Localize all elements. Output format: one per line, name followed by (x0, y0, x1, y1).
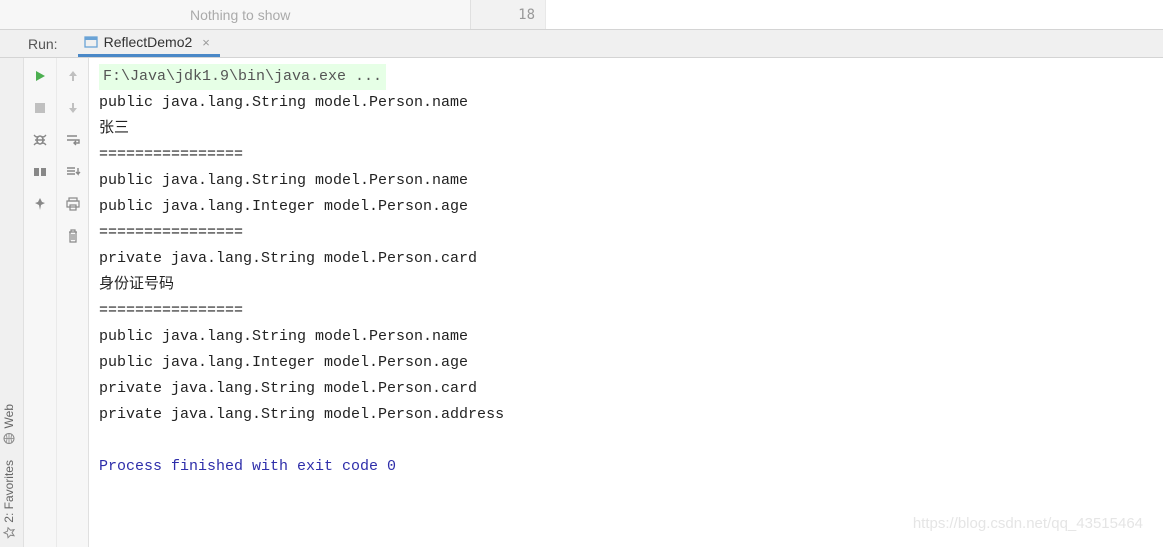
globe-icon (3, 432, 15, 444)
scroll-to-end-button[interactable] (61, 160, 85, 184)
rerun-button[interactable] (28, 64, 52, 88)
run-toolbar (24, 58, 89, 547)
output-line: public java.lang.String model.Person.nam… (99, 324, 1163, 350)
up-button[interactable] (61, 64, 85, 88)
run-tab-name: ReflectDemo2 (104, 34, 193, 50)
output-line: private java.lang.String model.Person.ca… (99, 246, 1163, 272)
editor-empty-text: Nothing to show (0, 0, 470, 29)
star-icon (3, 527, 15, 539)
output-line: public java.lang.Integer model.Person.ag… (99, 194, 1163, 220)
output-line: private java.lang.String model.Person.ad… (99, 402, 1163, 428)
down-button[interactable] (61, 96, 85, 120)
exit-line: Process finished with exit code 0 (99, 454, 1163, 480)
output-line: ================ (99, 220, 1163, 246)
pin-button[interactable] (28, 192, 52, 216)
editor-top-row: Nothing to show 18 (0, 0, 1163, 30)
run-panel-header: Run: ReflectDemo2 × (0, 30, 1163, 58)
output-line: ================ (99, 142, 1163, 168)
watermark: https://blog.csdn.net/qq_43515464 (913, 511, 1143, 537)
output-line: public java.lang.String model.Person.nam… (99, 90, 1163, 116)
stop-button[interactable] (28, 96, 52, 120)
run-tab[interactable]: ReflectDemo2 × (78, 30, 220, 57)
run-panel-label: Run: (28, 36, 58, 52)
output-line: public java.lang.Integer model.Person.ag… (99, 350, 1163, 376)
output-line: 张三 (99, 116, 1163, 142)
output-line: private java.lang.String model.Person.ca… (99, 376, 1163, 402)
editor-area[interactable] (545, 0, 1163, 29)
side-tab-favorites[interactable]: 2: Favorites (0, 452, 18, 547)
close-icon[interactable]: × (202, 35, 210, 50)
command-line: F:\Java\jdk1.9\bin\java.exe ... (99, 64, 386, 90)
output-line: ================ (99, 298, 1163, 324)
debug-button[interactable] (28, 128, 52, 152)
clear-button[interactable] (61, 224, 85, 248)
side-tab-favorites-label: 2: Favorites (2, 460, 16, 523)
side-tab-web-label: Web (2, 404, 16, 428)
output-line: public java.lang.String model.Person.nam… (99, 168, 1163, 194)
side-tab-web[interactable]: Web (0, 396, 18, 452)
layout-button[interactable] (28, 160, 52, 184)
soft-wrap-button[interactable] (61, 128, 85, 152)
print-button[interactable] (61, 192, 85, 216)
output-line: 身份证号码 (99, 272, 1163, 298)
left-tool-rail: Web 2: Favorites (0, 58, 24, 547)
line-number: 18 (470, 0, 545, 29)
console-output[interactable]: F:\Java\jdk1.9\bin\java.exe ... public j… (89, 58, 1163, 547)
run-config-icon (84, 35, 98, 49)
